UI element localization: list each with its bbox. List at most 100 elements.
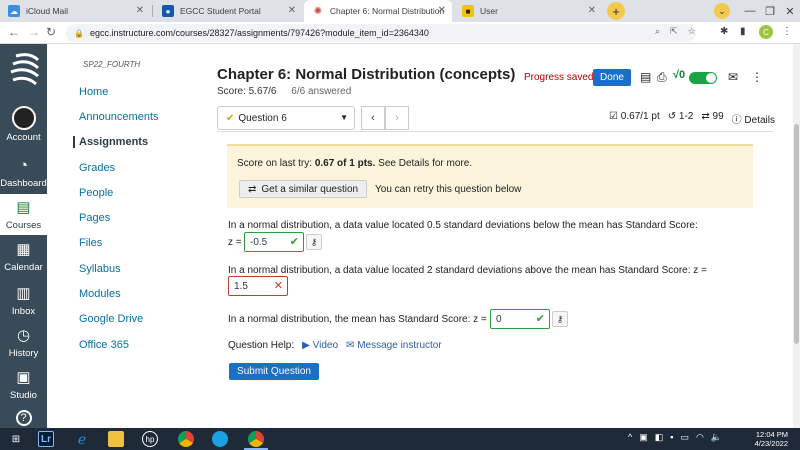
window-close-icon[interactable]: ✕ [776,0,800,22]
course-nav-syllabus[interactable]: Syllabus [79,263,121,275]
answer-key-icon[interactable]: ⚷ [552,311,568,327]
gnav-label: Inbox [11,306,36,317]
tab-chapter-6[interactable]: ✺ Chapter 6: Normal Distribution (c ✕ [304,0,452,22]
tray-app-icon[interactable]: ▣ [639,432,648,443]
windows-start-icon[interactable]: ⊞ [8,431,24,447]
tab-icloud-mail[interactable]: ☁ iCloud Mail ✕ [0,0,150,22]
battery-icon[interactable]: ▭ [680,432,689,443]
course-nav-people[interactable]: People [79,187,113,199]
studio-icon: ▣ [16,369,31,386]
answered-count: 6/6 answered [291,86,352,97]
math-display-toggle[interactable] [689,72,717,84]
gnav-courses[interactable]: ▤ Courses [0,194,47,235]
tray-app-icon[interactable]: ▪ [670,432,673,443]
gnav-calendar[interactable]: ▦ Calendar [0,240,47,273]
forward-arrow-icon[interactable]: → [28,25,40,39]
cloud-icon: ☁ [8,5,20,17]
scrollbar-thumb[interactable] [794,124,799,344]
message-instructor-link[interactable]: ✉ Message instructor [346,340,442,351]
envelope-icon: ✉ [346,340,355,351]
course-nav-files[interactable]: Files [79,237,102,249]
gnav-history[interactable]: ◷ History [0,326,47,359]
close-icon[interactable]: ✕ [438,5,446,16]
previous-question-button[interactable]: ‹ [361,106,385,130]
profile-avatar[interactable]: C [759,25,773,39]
gnav-dashboard[interactable]: ◔ Dashboard [0,156,47,189]
course-nav-modules[interactable]: Modules [79,288,121,300]
chevron-down-icon: ▼ [340,113,348,122]
reload-icon[interactable]: ↻ [46,25,56,39]
course-nav-office-365[interactable]: Office 365 [79,339,129,351]
dashboard-icon: ◔ [18,157,29,174]
url-bar[interactable]: 🔒 egcc.instructure.com/courses/28327/ass… [66,24,696,42]
course-nav-grades[interactable]: Grades [79,162,115,174]
url-text: egcc.instructure.com/courses/28327/assig… [89,28,429,38]
answer-input-2[interactable]: 1.5 ✕ [228,276,288,296]
hp-icon[interactable]: hp [142,431,158,447]
share-icon[interactable]: ⇱ [670,26,678,37]
mail-icon[interactable]: ✉ [728,70,738,84]
page-scrollbar[interactable] [793,44,800,428]
windows-taskbar: ⊞ Lr ℯ hp ^ ▣ ◧ ▪ ▭ ◠ 🔈 12:04 PM 4/23/20… [0,428,800,450]
close-icon[interactable]: ✕ [288,5,296,16]
sidebar-panel-icon[interactable]: ▮ [740,26,746,37]
file-explorer-icon[interactable] [108,431,124,447]
volume-icon[interactable]: 🔈 [711,432,722,443]
similar-question-button[interactable]: ⇄ Get a similar question [239,180,368,198]
tray-chevron-icon[interactable]: ^ [628,432,632,443]
answer-key-icon[interactable]: ⚷ [306,234,322,250]
checkbox-icon: ☑ [609,111,619,122]
internet-explorer-icon[interactable]: ℯ [74,431,90,447]
print-icon[interactable]: ⎙ [657,70,667,85]
gnav-account[interactable]: Account [0,106,47,143]
canvas-logo-icon[interactable] [8,50,40,90]
inbox-icon: ▥ [16,285,31,302]
chrome-icon[interactable] [178,431,194,447]
edge-icon[interactable] [212,431,228,447]
retry-message: You can retry this question below [375,184,522,195]
details-button[interactable]: ⓘ Details [732,111,775,126]
tab-label: EGCC Student Portal [180,6,261,16]
answer-input-3[interactable]: 0 ✔ [490,309,550,329]
incorrect-x-icon: ✕ [273,280,283,292]
tab-search-chevron-icon[interactable]: ⌄ [714,3,730,19]
zoom-icon[interactable]: ⌕ [655,26,660,37]
done-button[interactable]: Done [593,69,631,86]
lightroom-icon[interactable]: Lr [38,431,54,447]
chrome-active-icon[interactable] [248,431,264,447]
course-nav-assignments[interactable]: Assignments [73,136,148,148]
tab-egcc-portal[interactable]: ● EGCC Student Portal ✕ [154,0,302,22]
gnav-inbox[interactable]: ▥ Inbox [0,284,47,317]
close-icon[interactable]: ✕ [136,5,144,16]
progress-status: Progress saved [524,72,594,83]
browser-menu-icon[interactable]: ⋮ [782,26,792,37]
gnav-studio[interactable]: ▣ Studio [0,368,47,401]
canvas-icon: ✺ [312,5,324,17]
video-link[interactable]: ▶ Video [302,340,338,351]
globe-icon: ● [162,5,174,17]
close-icon[interactable]: ✕ [588,5,596,16]
new-tab-button[interactable]: + [607,2,625,20]
taskbar-clock[interactable]: 12:04 PM 4/23/2022 [755,430,788,448]
tab-label: iCloud Mail [26,6,69,16]
tray-app-icon[interactable]: ◧ [655,432,664,443]
course-nav-home[interactable]: Home [79,86,108,98]
lock-icon: 🔒 [74,28,84,38]
extensions-puzzle-icon[interactable]: ✱ [720,26,728,37]
bookmark-star-icon[interactable]: ☆ [688,26,696,37]
gnav-help[interactable]: ? [0,410,47,428]
more-options-icon[interactable]: ⋮ [751,70,763,84]
wifi-icon[interactable]: ◠ [696,432,704,443]
partial-check-icon: ✔ [226,112,235,124]
document-icon[interactable]: ▤ [640,70,651,84]
course-nav-google-drive[interactable]: Google Drive [79,313,143,325]
answer-input-1[interactable]: -0.5 ✔ [244,232,304,252]
course-nav-announcements[interactable]: Announcements [79,111,159,123]
next-question-button[interactable]: › [385,106,409,130]
tab-user[interactable]: ■ User ✕ [454,0,602,22]
course-nav-pages[interactable]: Pages [79,212,110,224]
help-icon: ? [15,410,32,426]
back-arrow-icon[interactable]: ← [8,25,20,39]
submit-question-button[interactable]: Submit Question [229,363,319,380]
question-selector[interactable]: ✔ Question 6 ▼ [217,106,355,130]
